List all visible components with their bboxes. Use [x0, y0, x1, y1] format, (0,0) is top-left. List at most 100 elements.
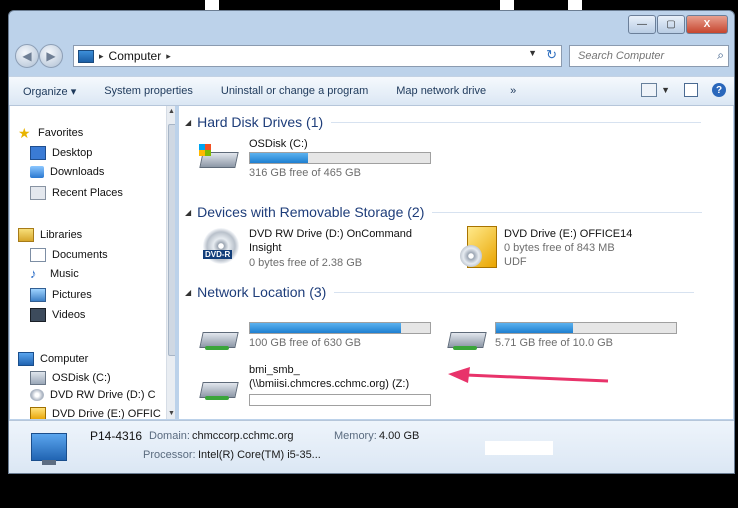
recent-places-icon — [30, 186, 46, 200]
view-controls: ▼ ? — [641, 83, 726, 97]
nav-label: OSDisk (C:) — [52, 372, 111, 384]
maximize-button[interactable]: ▢ — [657, 15, 685, 34]
computer-icon — [18, 352, 34, 366]
top-black-strip — [0, 0, 738, 10]
minimize-button[interactable]: — — [628, 15, 656, 34]
drive-c[interactable]: OSDisk (C:) 316 GB free of 465 GB — [199, 138, 439, 182]
network-drive-2[interactable]: 5.71 GB free of 10.0 GB — [447, 322, 687, 362]
breadcrumb-arrow-icon[interactable]: ▸ — [166, 51, 171, 62]
nav-label: Pictures — [52, 289, 92, 301]
computer-name: P14-4316 — [90, 429, 143, 443]
nav-desktop[interactable]: Desktop — [30, 146, 92, 160]
back-button[interactable]: ◀ — [15, 44, 39, 68]
nav-music[interactable]: ♪ Music — [30, 266, 79, 281]
system-properties-button[interactable]: System properties — [104, 85, 193, 97]
memory-label: Memory: — [334, 430, 377, 442]
nav-downloads[interactable]: Downloads — [30, 166, 104, 178]
usage-bar — [249, 322, 431, 334]
refresh-icon[interactable]: ↻ — [546, 47, 557, 63]
group-divider — [432, 211, 703, 213]
group-removable-storage[interactable]: ◢ Devices with Removable Storage (2) — [185, 204, 703, 220]
forward-button[interactable]: ▶ — [39, 44, 63, 68]
breadcrumb-computer[interactable]: Computer — [109, 49, 162, 63]
scroll-thumb[interactable] — [168, 124, 175, 356]
close-button[interactable]: X — [686, 15, 728, 34]
usage-fill — [250, 323, 402, 333]
documents-icon — [30, 248, 46, 262]
chevron-down-icon[interactable]: ▼ — [661, 85, 670, 95]
dvd-icon — [30, 389, 44, 401]
drive-e[interactable]: DVD Drive (E:) OFFICE14 0 bytes free of … — [459, 226, 699, 276]
scroll-up-icon[interactable]: ▲ — [168, 108, 175, 115]
nav-osdisk[interactable]: OSDisk (C:) — [30, 371, 111, 385]
downloads-icon — [30, 166, 44, 178]
forward-arrow-icon: ▶ — [46, 49, 56, 63]
nav-label: DVD Drive (E:) OFFIC — [52, 408, 161, 419]
drive-free-space: 316 GB free of 465 GB — [249, 167, 361, 179]
group-title: Hard Disk Drives (1) — [197, 114, 324, 130]
drive-free-space: 100 GB free of 630 GB — [249, 337, 361, 349]
nav-documents[interactable]: Documents — [30, 248, 108, 262]
network-drive-icon — [199, 374, 239, 400]
network-drive-1[interactable]: 100 GB free of 630 GB — [199, 322, 439, 362]
map-network-drive-button[interactable]: Map network drive — [396, 85, 486, 97]
more-commands-button[interactable]: » — [510, 85, 516, 97]
network-cable — [205, 346, 229, 350]
music-icon: ♪ — [30, 266, 37, 281]
address-row: ◀ ▶ ▸ Computer ▸ ▼ ↻ ⌕ — [9, 41, 734, 71]
preview-pane-icon[interactable] — [684, 83, 698, 97]
drive-filesystem: UDF — [504, 256, 527, 268]
nav-pictures[interactable]: Pictures — [30, 288, 92, 302]
group-hard-disk-drives[interactable]: ◢ Hard Disk Drives (1) — [185, 114, 702, 130]
top-strip-mark — [500, 0, 514, 10]
drive-name: DVD Drive (E:) OFFICE14 — [504, 228, 633, 240]
nav-favorites[interactable]: ★ Favorites — [18, 126, 83, 140]
nav-libraries[interactable]: Libraries — [18, 228, 82, 242]
network-drive-z[interactable]: bmi_smb_ (\\bmiisi.chmcres.cchmc.org) (Z… — [199, 364, 439, 410]
nav-label: Favorites — [38, 127, 84, 139]
dvd-drive-icon — [460, 226, 497, 268]
drive-d[interactable]: DVD-R DVD RW Drive (D:) OnCommand Insigh… — [203, 226, 443, 276]
nav-label: Desktop — [52, 147, 93, 159]
nav-label: Documents — [52, 249, 108, 261]
breadcrumb-arrow-icon[interactable]: ▸ — [99, 51, 104, 62]
group-network-location[interactable]: ◢ Network Location (3) — [185, 284, 695, 300]
nav-dvd-drive[interactable]: DVD Drive (E:) OFFIC — [30, 407, 161, 419]
pictures-icon — [30, 288, 46, 302]
nav-label: Computer — [40, 353, 89, 365]
nav-dvd-rw-drive[interactable]: DVD RW Drive (D:) C — [30, 389, 156, 401]
drive-free-space: 0 bytes free of 843 MB — [504, 242, 615, 254]
desktop-icon — [30, 146, 46, 160]
search-icon[interactable]: ⌕ — [717, 48, 724, 63]
nav-scrollbar[interactable]: ▲ ▼ — [166, 106, 175, 419]
scroll-down-icon[interactable]: ▼ — [168, 410, 175, 417]
top-strip-mark — [568, 0, 582, 10]
navigation-pane: ★ Favorites Desktop Downloads Recent Plac… — [10, 106, 175, 419]
organize-button[interactable]: Organize ▾ — [23, 85, 76, 98]
nav-videos[interactable]: Videos — [30, 308, 85, 322]
collapse-triangle-icon[interactable]: ◢ — [185, 118, 191, 127]
search-box[interactable]: ⌕ — [569, 45, 729, 67]
uninstall-program-button[interactable]: Uninstall or change a program — [221, 85, 368, 97]
chevron-down-icon[interactable]: ▼ — [528, 48, 537, 58]
processor-value: Intel(R) Core(TM) i5-35... — [198, 449, 321, 461]
nav-label: Videos — [52, 309, 86, 321]
collapse-triangle-icon[interactable]: ◢ — [185, 288, 191, 297]
domain-value: chmccorp.cchmc.org — [192, 430, 294, 442]
change-view-icon[interactable] — [641, 83, 658, 97]
group-title: Devices with Removable Storage (2) — [197, 204, 425, 220]
top-strip-mark — [205, 0, 219, 10]
star-icon: ★ — [18, 125, 31, 141]
search-input[interactable] — [576, 49, 710, 63]
arrow-head — [448, 367, 470, 383]
nav-recent-places[interactable]: Recent Places — [30, 186, 123, 200]
collapse-triangle-icon[interactable]: ◢ — [185, 208, 191, 217]
usage-bar — [249, 152, 431, 164]
annotation-arrow — [448, 367, 609, 383]
help-icon[interactable]: ? — [712, 83, 726, 97]
nav-computer[interactable]: Computer — [18, 352, 88, 366]
nav-label: Music — [50, 268, 79, 280]
group-divider — [331, 121, 702, 123]
address-bar[interactable]: ▸ Computer ▸ ▼ ↻ — [73, 45, 562, 67]
drive-name-line2: Insight — [249, 242, 282, 254]
